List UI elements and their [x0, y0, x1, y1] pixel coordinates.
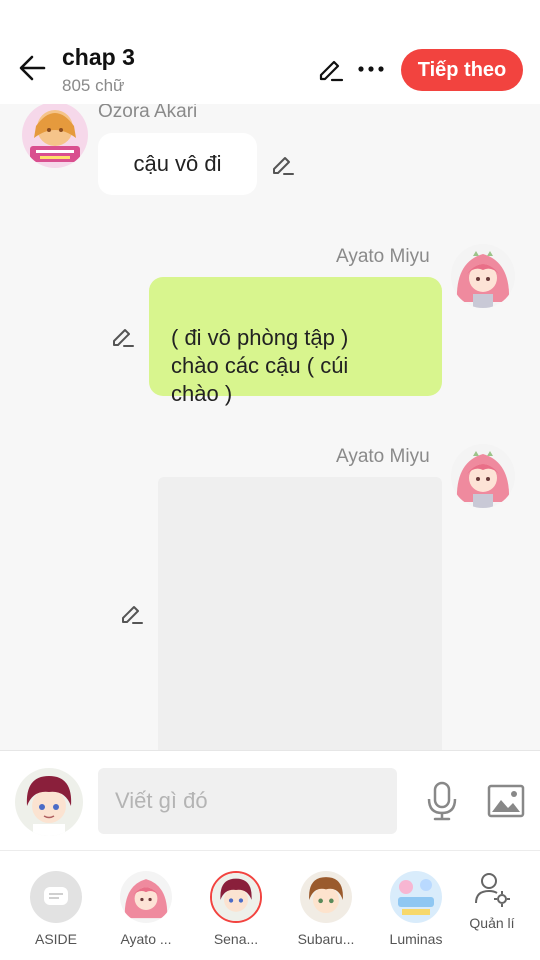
chat-bubble-icon [44, 887, 68, 905]
sender-name: Ozora Akari [98, 104, 198, 122]
image-message[interactable] [158, 477, 442, 750]
arrow-left-icon [19, 55, 46, 81]
character-label: Sena... [213, 931, 259, 947]
edit-message-button[interactable] [268, 149, 298, 179]
word-count: 805 chữ [62, 76, 125, 95]
current-character-avatar[interactable] [15, 768, 83, 836]
character-avatar [210, 871, 262, 923]
more-button[interactable] [354, 52, 388, 86]
character-label: Quản lí [469, 915, 515, 931]
edit-title-button[interactable] [314, 52, 348, 86]
user-gear-icon [472, 869, 512, 909]
avatar-ayato-miyu[interactable] [451, 244, 515, 308]
edit-message-button[interactable] [108, 321, 138, 351]
sender-name: Ayato Miyu [336, 246, 430, 267]
pencil-icon [273, 157, 294, 175]
character-label: Ayato ... [120, 931, 172, 947]
chat-area[interactable]: Ozora Akari cậu vô đi Ayato Miyu (đi vô… [0, 104, 540, 750]
back-button[interactable] [14, 48, 50, 88]
sender-name: Ayato Miyu [336, 446, 430, 467]
header: chap 3 805 chữ Tiếp theo [0, 0, 540, 104]
edit-message-button[interactable] [117, 598, 147, 628]
microphone-button[interactable] [422, 778, 462, 824]
character-bar: ASIDE Ayato ... Sena... Subaru... Lumina… [0, 850, 540, 960]
image-button[interactable] [486, 781, 526, 821]
character-label: ASIDE [34, 931, 77, 947]
message-text: cậu vô đi [133, 151, 222, 176]
pencil-icon [122, 606, 143, 624]
aside-avatar [30, 871, 82, 923]
pencil-icon [113, 329, 134, 347]
character-label: Luminas [389, 931, 443, 947]
message-text: ( đi vô phòng tập ) chào các cậu ( cúi c… [171, 325, 349, 406]
character-ayato[interactable]: Ayato ... [101, 871, 191, 956]
avatar-ozora-akari[interactable] [22, 104, 88, 168]
character-subaru[interactable]: Subaru... [281, 871, 371, 956]
image-icon [487, 784, 525, 818]
message-bubble[interactable]: ( đi vô phòng tập ) chào các cậu ( cúi c… [149, 277, 442, 406]
avatar-ayato-miyu[interactable] [451, 444, 515, 508]
message-bubble[interactable]: cậu vô đi [98, 133, 257, 195]
character-sena[interactable]: Sena... [191, 871, 281, 956]
next-button[interactable]: Tiếp theo [401, 49, 523, 91]
manage-characters-button[interactable]: Quản lí [447, 869, 537, 954]
page-title: chap 3 [62, 44, 135, 70]
character-avatar [120, 871, 172, 923]
message-input[interactable] [98, 768, 397, 834]
character-aside[interactable]: ASIDE [11, 871, 101, 956]
more-horizontal-icon [358, 66, 384, 72]
microphone-icon [427, 781, 457, 821]
composer [0, 750, 540, 850]
character-label: Subaru... [297, 931, 355, 947]
character-avatar [300, 871, 352, 923]
character-avatar [390, 871, 442, 923]
pencil-icon [319, 60, 344, 82]
chat-story-screen: chap 3 805 chữ Tiếp theo Ozora Akari cậu… [0, 0, 540, 960]
